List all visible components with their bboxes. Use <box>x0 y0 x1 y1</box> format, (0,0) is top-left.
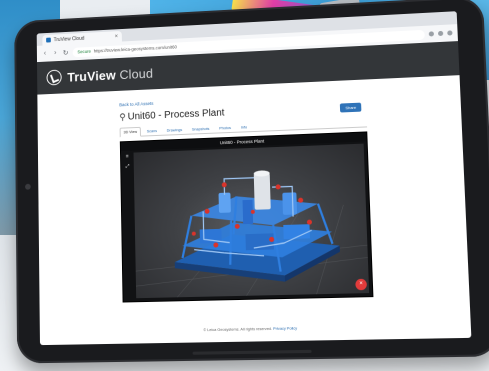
tab-photos[interactable]: Photos <box>215 123 235 134</box>
tablet-device: TruView Cloud × ‹ › ↻ Secure https://tru… <box>14 0 489 364</box>
profile-icon[interactable] <box>437 30 444 37</box>
tablet-home-bar <box>192 349 312 355</box>
back-arrow-icon[interactable]: ‹ <box>42 50 49 57</box>
point-cloud-canvas[interactable] <box>133 143 370 299</box>
tab-3d-view[interactable]: 3D View <box>119 126 142 138</box>
brand-name[interactable]: TruView Cloud <box>67 66 153 85</box>
menu-dots-icon[interactable] <box>447 30 453 36</box>
viewer-expand-icon[interactable]: ⤢ <box>124 163 131 170</box>
tab-title: TruView Cloud <box>53 35 85 43</box>
page-content: Back to All Assets ⚲ Unit60 - Process Pl… <box>37 75 471 345</box>
tablet-camera <box>25 183 31 190</box>
tab-info[interactable]: Info <box>237 122 251 132</box>
lower-unit-2 <box>245 233 274 251</box>
forward-arrow-icon[interactable]: › <box>52 50 59 57</box>
vessel-right <box>282 192 298 215</box>
footer-link[interactable]: Privacy Policy <box>273 326 297 331</box>
3d-viewer[interactable]: Unit60 - Process Plant ≡ ⤢ × <box>119 131 374 303</box>
tab-scans[interactable]: Scans <box>143 126 161 137</box>
brand-light: Cloud <box>119 65 154 82</box>
vessel-left <box>219 192 231 213</box>
tab-close-icon[interactable]: × <box>115 34 118 40</box>
browser-actions <box>428 30 453 37</box>
tab-snapshots[interactable]: Snapshots <box>188 124 214 135</box>
url-secure-label: Secure <box>77 48 91 55</box>
tablet-screen: TruView Cloud × ‹ › ↻ Secure https://tru… <box>36 11 472 346</box>
extension-icon[interactable] <box>428 31 435 37</box>
vessel-tall <box>253 173 271 210</box>
location-pin-icon: ⚲ <box>119 111 126 122</box>
reload-icon[interactable]: ↻ <box>62 49 69 57</box>
share-button[interactable]: Share <box>340 102 362 113</box>
viewer-menu-icon[interactable]: ≡ <box>124 154 131 160</box>
truview-logo-icon[interactable] <box>46 69 62 86</box>
favicon-icon <box>46 37 51 43</box>
brand-strong: TruView <box>67 67 116 85</box>
process-plant-model <box>134 170 370 299</box>
page-footer: © Leica Geosystems. All rights reserved.… <box>40 323 471 335</box>
tab-drawings[interactable]: Drawings <box>163 125 186 136</box>
url-text: https://truview.leica-geosystems.com/uni… <box>93 44 177 54</box>
footer-text: © Leica Geosystems. All rights reserved. <box>203 326 273 333</box>
